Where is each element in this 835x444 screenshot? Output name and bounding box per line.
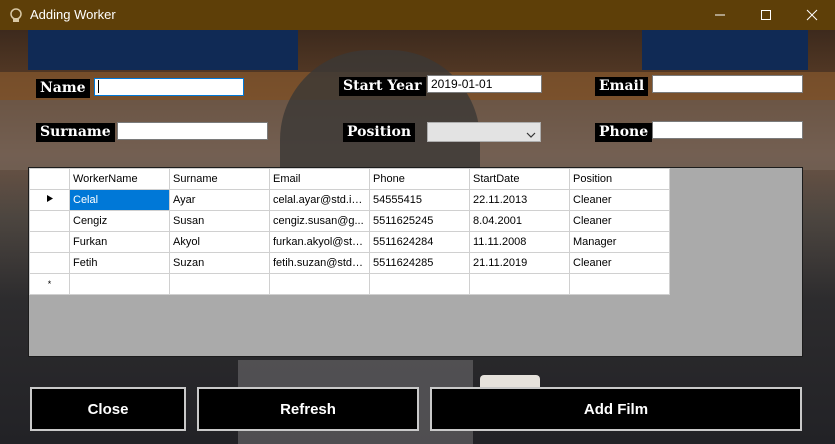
table-cell[interactable]: Susan: [169, 210, 270, 232]
table-row[interactable]: Furkan Akyol furkan.akyol@std... 5511624…: [29, 231, 670, 253]
close-window-button[interactable]: [789, 0, 835, 30]
table-cell[interactable]: cengiz.susan@g...: [269, 210, 370, 232]
row-header[interactable]: [29, 189, 70, 211]
phone-input[interactable]: [652, 121, 803, 139]
column-header-surname[interactable]: Surname: [169, 168, 270, 190]
name-input[interactable]: [94, 78, 244, 96]
table-cell[interactable]: fetih.suzan@std.i...: [269, 252, 370, 274]
column-header-email[interactable]: Email: [269, 168, 370, 190]
table-cell[interactable]: [69, 273, 170, 295]
table-cell[interactable]: 54555415: [369, 189, 470, 211]
table-cell[interactable]: [369, 273, 470, 295]
table-cell[interactable]: Cleaner: [569, 189, 670, 211]
grid-corner-cell[interactable]: [29, 168, 70, 190]
start-year-input[interactable]: [427, 75, 542, 93]
column-header-startdate[interactable]: StartDate: [469, 168, 570, 190]
row-header[interactable]: [29, 252, 70, 274]
table-cell[interactable]: [269, 273, 370, 295]
start-year-label: Start Year: [339, 77, 426, 96]
maximize-button[interactable]: [743, 0, 789, 30]
table-cell[interactable]: furkan.akyol@std...: [269, 231, 370, 253]
table-cell[interactable]: [469, 273, 570, 295]
text-caret: [98, 80, 99, 93]
table-cell[interactable]: [169, 273, 270, 295]
table-cell[interactable]: 22.11.2013: [469, 189, 570, 211]
surname-input[interactable]: [117, 122, 268, 140]
name-label: Name: [36, 79, 90, 98]
background-monitor: [642, 30, 808, 70]
row-header[interactable]: [29, 231, 70, 253]
window-title: Adding Worker: [30, 7, 116, 22]
table-cell[interactable]: 5511625245: [369, 210, 470, 232]
maximize-icon: [761, 10, 771, 20]
email-label: Email: [595, 77, 649, 96]
new-row-marker: *: [29, 273, 70, 295]
email-input[interactable]: [652, 75, 803, 93]
table-cell[interactable]: 11.11.2008: [469, 231, 570, 253]
grid-header-row: WorkerName Surname Email Phone StartDate…: [29, 168, 670, 190]
background-monitor: [28, 30, 298, 70]
new-row[interactable]: *: [29, 273, 670, 295]
table-cell[interactable]: Suzan: [169, 252, 270, 274]
add-film-button[interactable]: Add Film: [430, 387, 802, 431]
current-row-arrow-icon: [46, 195, 53, 202]
table-cell[interactable]: Fetih: [69, 252, 170, 274]
table-cell[interactable]: 5511624284: [369, 231, 470, 253]
app-icon: [8, 7, 24, 23]
surname-label: Surname: [36, 123, 115, 142]
chevron-down-icon: [526, 127, 536, 145]
column-header-position[interactable]: Position: [569, 168, 670, 190]
column-header-phone[interactable]: Phone: [369, 168, 470, 190]
position-select[interactable]: [427, 122, 541, 142]
position-label: Position: [343, 123, 415, 142]
phone-label: Phone: [595, 123, 653, 142]
close-icon: [806, 9, 818, 21]
title-bar: Adding Worker: [0, 0, 835, 30]
table-row[interactable]: Celal Ayar celal.ayar@std.iz... 54555415…: [29, 189, 670, 211]
table-cell[interactable]: 8.04.2001: [469, 210, 570, 232]
table-cell[interactable]: Furkan: [69, 231, 170, 253]
row-header[interactable]: [29, 210, 70, 232]
table-cell[interactable]: Cleaner: [569, 252, 670, 274]
minimize-button[interactable]: [697, 0, 743, 30]
table-cell[interactable]: Celal: [69, 189, 170, 211]
workers-grid[interactable]: WorkerName Surname Email Phone StartDate…: [28, 167, 803, 357]
close-button[interactable]: Close: [30, 387, 186, 431]
table-cell[interactable]: Cengiz: [69, 210, 170, 232]
table-cell[interactable]: celal.ayar@std.iz...: [269, 189, 370, 211]
table-cell[interactable]: [569, 273, 670, 295]
refresh-button[interactable]: Refresh: [197, 387, 419, 431]
table-cell[interactable]: Manager: [569, 231, 670, 253]
table-cell[interactable]: 5511624285: [369, 252, 470, 274]
column-header-workername[interactable]: WorkerName: [69, 168, 170, 190]
table-row[interactable]: Cengiz Susan cengiz.susan@g... 551162524…: [29, 210, 670, 232]
table-cell[interactable]: 21.11.2019: [469, 252, 570, 274]
table-cell[interactable]: Ayar: [169, 189, 270, 211]
table-cell[interactable]: Akyol: [169, 231, 270, 253]
table-cell[interactable]: Cleaner: [569, 210, 670, 232]
minimize-icon: [715, 14, 725, 16]
table-row[interactable]: Fetih Suzan fetih.suzan@std.i... 5511624…: [29, 252, 670, 274]
